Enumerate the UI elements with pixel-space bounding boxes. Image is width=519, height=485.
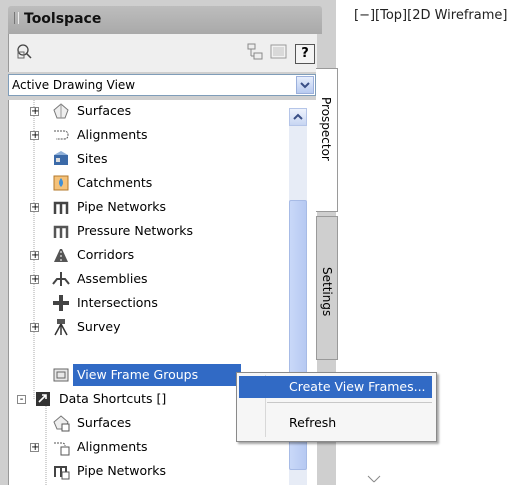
tree-item-label: Data Shortcuts [] bbox=[59, 391, 167, 406]
surfaces-icon bbox=[52, 102, 70, 120]
tree-item-label: Corridors bbox=[77, 247, 135, 262]
tree-item-catchments[interactable]: Catchments bbox=[9, 172, 289, 194]
toolspace-toolbar: ? bbox=[8, 34, 317, 72]
magnifier-icon[interactable] bbox=[15, 42, 35, 62]
tab-settings[interactable]: Settings bbox=[316, 216, 338, 360]
menu-item-label: Refresh bbox=[289, 415, 337, 430]
data-shortcuts-icon bbox=[34, 390, 52, 408]
menu-separator bbox=[267, 402, 432, 403]
menu-item-label: Create View Frames... bbox=[289, 379, 426, 394]
tree-item-label: Pressure Networks bbox=[77, 223, 194, 238]
scroll-up-icon[interactable] bbox=[289, 108, 307, 126]
context-menu: Create View Frames... Refresh bbox=[236, 372, 437, 442]
tree-item-label: Pipe Networks bbox=[77, 199, 167, 214]
collapse-icon[interactable]: - bbox=[17, 395, 26, 405]
tree-item-label: Assemblies bbox=[77, 271, 148, 286]
tree-item-label: Surfaces bbox=[77, 415, 132, 430]
view-frame-groups-icon bbox=[52, 366, 70, 384]
expand-icon[interactable]: + bbox=[30, 323, 39, 333]
tree-item-shortcut-pipe-networks[interactable]: Pipe Networks bbox=[9, 460, 289, 482]
expand-icon[interactable]: + bbox=[30, 443, 39, 453]
alignments-icon bbox=[52, 126, 70, 144]
shortcut-alignments-icon bbox=[52, 438, 70, 456]
help-button[interactable]: ? bbox=[295, 44, 315, 64]
expand-icon[interactable]: + bbox=[30, 203, 39, 213]
view-select-dropdown[interactable]: Active Drawing View bbox=[8, 74, 316, 96]
tree-item-label: Catchments bbox=[77, 175, 153, 190]
intersections-icon bbox=[52, 294, 70, 312]
tree-item-label: Alignments bbox=[77, 439, 148, 454]
tree-item-label: Survey bbox=[77, 319, 121, 334]
tree-item-sites[interactable]: Sites bbox=[9, 148, 289, 170]
expand-icon[interactable]: + bbox=[30, 275, 39, 285]
catchments-icon bbox=[52, 174, 70, 192]
chevron-down-icon[interactable] bbox=[296, 76, 314, 94]
grip-icon[interactable] bbox=[14, 12, 19, 24]
assemblies-icon bbox=[52, 270, 70, 288]
tree-item-label: Intersections bbox=[77, 295, 158, 310]
menu-item-create-view-frames[interactable]: Create View Frames... bbox=[239, 376, 432, 398]
toolspace-title-bar[interactable]: Toolspace bbox=[8, 6, 322, 34]
tree-item-label: View Frame Groups bbox=[73, 364, 241, 386]
survey-icon bbox=[52, 318, 70, 336]
tree-item-alignments[interactable]: + Alignments bbox=[9, 124, 289, 146]
expand-icon[interactable]: + bbox=[30, 131, 39, 141]
tree-item-pressure-networks[interactable]: Pressure Networks bbox=[9, 220, 289, 242]
view-select-value: Active Drawing View bbox=[12, 78, 136, 92]
tab-settings-label: Settings bbox=[320, 267, 334, 317]
shortcut-surfaces-icon bbox=[52, 414, 70, 432]
viewport-controls-label[interactable]: [−][Top][2D Wireframe] bbox=[354, 8, 507, 23]
sites-icon bbox=[52, 150, 70, 168]
tab-prospector-label: Prospector bbox=[319, 97, 333, 161]
tab-prospector[interactable]: Prospector bbox=[316, 68, 338, 212]
item-view-icon[interactable] bbox=[245, 42, 265, 62]
tree-item-label: Pipe Networks bbox=[77, 463, 167, 478]
tree-item-label: Alignments bbox=[77, 127, 148, 142]
tree-item-surfaces[interactable]: + Surfaces bbox=[9, 100, 289, 122]
tree-item-intersections[interactable]: Intersections bbox=[9, 292, 289, 314]
corridors-icon bbox=[52, 246, 70, 264]
pipe-networks-icon bbox=[52, 198, 70, 216]
tree-item-label: Surfaces bbox=[77, 103, 132, 118]
menu-item-refresh[interactable]: Refresh bbox=[239, 412, 432, 434]
toolspace-title: Toolspace bbox=[24, 11, 102, 27]
tree-item-label: Sites bbox=[77, 151, 108, 166]
tree-item-corridors[interactable]: + Corridors bbox=[9, 244, 289, 266]
ucs-icon bbox=[367, 475, 381, 483]
preview-icon[interactable] bbox=[269, 42, 289, 62]
pressure-networks-icon bbox=[52, 222, 70, 240]
expand-icon[interactable]: + bbox=[30, 251, 39, 261]
shortcut-pipe-networks-icon bbox=[52, 462, 70, 480]
tree-item-pipe-networks[interactable]: + Pipe Networks bbox=[9, 196, 289, 218]
tree-item-assemblies[interactable]: + Assemblies bbox=[9, 268, 289, 290]
expand-icon[interactable]: + bbox=[30, 107, 39, 117]
tree-item-survey[interactable]: + Survey bbox=[9, 316, 289, 338]
